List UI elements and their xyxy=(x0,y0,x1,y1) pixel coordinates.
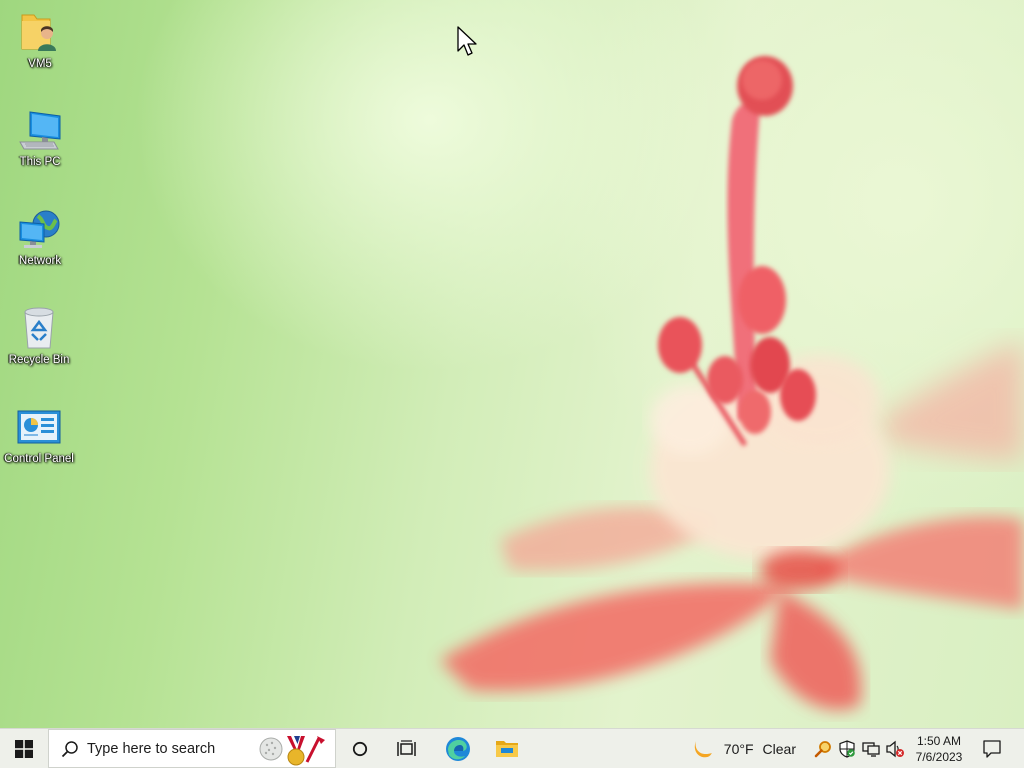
taskbar-search-box[interactable]: Type here to search xyxy=(48,729,336,768)
desktop-icon-label: Network xyxy=(18,255,62,267)
edge-browser-button[interactable] xyxy=(436,729,480,769)
wallpaper-flower xyxy=(440,56,1024,710)
action-center-button[interactable] xyxy=(976,729,1008,769)
desktop-icon-label: This PC xyxy=(19,156,61,168)
recycle-bin-icon xyxy=(17,306,61,350)
search-highlight-golf-icon xyxy=(259,736,325,766)
control-panel-icon xyxy=(17,405,61,449)
weather-temperature: 70°F xyxy=(723,741,754,757)
weather-widget[interactable]: 70°F Clear xyxy=(690,729,796,769)
desktop-icon-network[interactable]: Network xyxy=(2,207,78,267)
network-monitor-icon xyxy=(862,742,880,757)
tray-network[interactable] xyxy=(860,729,882,769)
desktop-icon-label: Recycle Bin xyxy=(8,354,70,366)
user-folder-icon xyxy=(18,10,62,54)
crescent-moon-icon xyxy=(694,741,712,758)
taskbar-clock[interactable]: 1:50 AM 7/6/2023 xyxy=(906,729,972,769)
task-view-icon xyxy=(397,740,416,756)
search-magnifier-icon xyxy=(814,741,831,758)
windows-logo-icon xyxy=(15,740,33,758)
notification-bubble-icon xyxy=(983,740,1001,758)
start-button[interactable] xyxy=(0,729,48,769)
file-explorer-icon xyxy=(496,741,518,757)
search-icon xyxy=(61,740,78,757)
network-globe-icon xyxy=(18,207,62,251)
cortana-circle-icon xyxy=(352,741,368,757)
desktop[interactable]: VM5 This PC Network Recycle Bin Control … xyxy=(0,0,1024,728)
desktop-icon-control-panel[interactable]: Control Panel xyxy=(1,405,77,465)
desktop-icon-recycle-bin[interactable]: Recycle Bin xyxy=(1,306,77,366)
clock-date: 7/6/2023 xyxy=(915,750,963,764)
desktop-icon-label: VM5 xyxy=(28,58,52,70)
file-explorer-button[interactable] xyxy=(485,729,529,769)
tray-security[interactable] xyxy=(836,729,858,769)
clock-time: 1:50 AM xyxy=(916,734,962,748)
weather-condition: Clear xyxy=(762,741,796,757)
speaker-muted-icon xyxy=(886,740,904,758)
edge-browser-icon xyxy=(446,737,470,761)
computer-monitor-icon xyxy=(18,108,62,152)
task-view-button[interactable] xyxy=(385,729,429,769)
search-placeholder-text: Type here to search xyxy=(87,740,216,757)
security-shield-icon xyxy=(839,740,855,758)
desktop-icon-label: Control Panel xyxy=(4,453,74,465)
cortana-button[interactable] xyxy=(338,729,382,769)
mouse-pointer-icon xyxy=(457,26,477,56)
desktop-icon-vm5[interactable]: VM5 xyxy=(2,10,78,70)
tray-search-magnifier[interactable] xyxy=(812,729,834,769)
taskbar: Type here to search 70°F Clear 1:50 AM 7… xyxy=(0,728,1024,768)
tray-volume[interactable] xyxy=(884,729,906,769)
desktop-icon-this-pc[interactable]: This PC xyxy=(2,108,78,168)
